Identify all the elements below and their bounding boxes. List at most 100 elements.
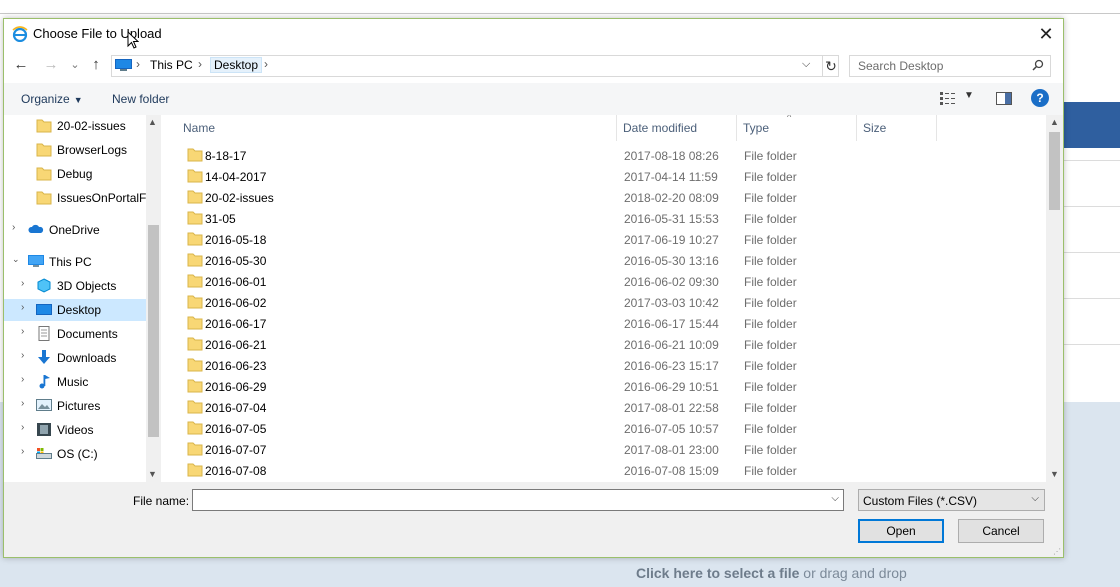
- chevron-right-icon[interactable]: ›: [21, 302, 24, 313]
- page-header-bar: [1062, 102, 1120, 148]
- file-row[interactable]: 2016-06-02 2017-03-03 10:42 File folder: [179, 292, 1049, 313]
- nav-item-label: Music: [57, 375, 89, 389]
- file-type-filter-select[interactable]: Custom Files (*.CSV) ⌵: [858, 489, 1045, 511]
- nav-item-music[interactable]: › Music: [4, 371, 146, 393]
- open-button[interactable]: Open: [858, 519, 944, 543]
- breadcrumb-desktop[interactable]: Desktop: [210, 57, 263, 73]
- file-row[interactable]: 20-02-issues 2018-02-20 08:09 File folder: [179, 187, 1049, 208]
- address-dropdown-icon[interactable]: ⌵: [802, 58, 810, 71]
- file-row[interactable]: 2016-07-04 2017-08-01 22:58 File folder: [179, 397, 1049, 418]
- file-row[interactable]: 2016-06-23 2016-06-23 15:17 File folder: [179, 355, 1049, 376]
- file-date-modified: 2016-06-29 10:51: [624, 380, 719, 394]
- navigation-scrollbar[interactable]: ▲ ▼: [146, 115, 161, 482]
- nav-item-desktop[interactable]: › Desktop: [4, 299, 146, 321]
- page-row-divider: [1062, 298, 1120, 299]
- chevron-right-icon[interactable]: ›: [21, 422, 24, 433]
- scroll-down-icon[interactable]: ▼: [148, 469, 157, 479]
- file-row[interactable]: 2016-07-05 2016-07-05 10:57 File folder: [179, 418, 1049, 439]
- nav-item-issuesonportal[interactable]: IssuesOnPortalFi: [4, 187, 150, 209]
- nav-item-label: OneDrive: [49, 223, 100, 237]
- file-row[interactable]: 14-04-2017 2017-04-14 11:59 File folder: [179, 166, 1049, 187]
- recent-locations-icon[interactable]: ⌄: [66, 56, 84, 74]
- nav-item-this-pc[interactable]: ⌄ This PC: [4, 251, 146, 273]
- chevron-right-icon[interactable]: ›: [21, 278, 24, 289]
- column-header-type[interactable]: Type: [737, 115, 857, 141]
- drop-zone-link[interactable]: Click here to select a file: [636, 565, 799, 581]
- file-row[interactable]: 2016-06-17 2016-06-17 15:44 File folder: [179, 313, 1049, 334]
- file-row[interactable]: 2016-06-01 2016-06-02 09:30 File folder: [179, 271, 1049, 292]
- nav-item-3d-objects[interactable]: › 3D Objects: [4, 275, 146, 297]
- nav-item-browserlogs[interactable]: BrowserLogs: [4, 139, 146, 161]
- scrollbar-thumb[interactable]: [148, 225, 159, 437]
- file-row[interactable]: 2016-07-07 2017-08-01 23:00 File folder: [179, 439, 1049, 460]
- dialog-title: Choose File to Upload: [33, 26, 162, 41]
- folder-icon: [187, 148, 203, 162]
- file-date-modified: 2016-06-21 10:09: [624, 338, 719, 352]
- chevron-right-icon[interactable]: ›: [21, 446, 24, 457]
- file-type: File folder: [744, 338, 797, 352]
- view-caret-down-icon[interactable]: ▼: [964, 90, 974, 101]
- nav-item-downloads[interactable]: › Downloads: [4, 347, 146, 369]
- file-name: 2016-06-29: [205, 380, 267, 394]
- file-name: 2016-06-17: [205, 317, 267, 331]
- scroll-down-icon[interactable]: ▼: [1050, 469, 1059, 479]
- forward-arrow-icon[interactable]: →: [42, 56, 60, 74]
- preview-pane-icon[interactable]: [996, 92, 1012, 105]
- nav-item-label: Downloads: [57, 351, 117, 365]
- view-options-icon[interactable]: [940, 92, 956, 105]
- computer-icon: [115, 59, 132, 71]
- nav-item-label: Videos: [57, 423, 94, 437]
- chevron-right-icon[interactable]: ›: [21, 374, 24, 385]
- nav-item-label: IssuesOnPortalFi: [57, 191, 150, 205]
- file-row[interactable]: 2016-06-29 2016-06-29 10:51 File folder: [179, 376, 1049, 397]
- cancel-button[interactable]: Cancel: [958, 519, 1044, 543]
- file-date-modified: 2016-06-02 09:30: [624, 275, 719, 289]
- resize-grip-icon[interactable]: ⋰: [1053, 547, 1061, 556]
- up-arrow-icon[interactable]: ↑: [87, 56, 105, 74]
- chevron-right-icon[interactable]: ›: [12, 222, 15, 233]
- file-name-dropdown-icon[interactable]: ⌵: [831, 493, 839, 504]
- scroll-up-icon[interactable]: ▲: [148, 117, 157, 127]
- drop-zone-text[interactable]: Click here to select a file or drag and …: [636, 565, 907, 581]
- nav-item-documents[interactable]: › Documents: [4, 323, 146, 345]
- search-input[interactable]: Search Desktop: [849, 55, 1051, 77]
- nav-item-videos[interactable]: › Videos: [4, 419, 146, 441]
- file-row[interactable]: 31-05 2016-05-31 15:53 File folder: [179, 208, 1049, 229]
- filter-dropdown-icon[interactable]: ⌵: [1031, 493, 1039, 504]
- chevron-right-icon[interactable]: ›: [21, 350, 24, 361]
- nav-item-debug[interactable]: Debug: [4, 163, 146, 185]
- column-header-date-modified[interactable]: Date modified: [617, 115, 737, 141]
- file-name-input[interactable]: ⌵: [192, 489, 844, 511]
- file-upload-dialog: Choose File to Upload ✕ ← → ⌄ ↑ › This P…: [3, 18, 1064, 558]
- scroll-up-icon[interactable]: ▲: [1050, 117, 1059, 127]
- organize-button[interactable]: Organize ▼: [21, 92, 83, 106]
- scrollbar-thumb[interactable]: [1049, 132, 1060, 210]
- help-icon[interactable]: ?: [1031, 89, 1049, 107]
- nav-item-onedrive[interactable]: › OneDrive: [4, 219, 146, 241]
- file-row[interactable]: 2016-07-08 2016-07-08 15:09 File folder: [179, 460, 1049, 481]
- address-bar[interactable]: › This PC › Desktop › ⌵ ↻: [111, 55, 839, 77]
- folder-icon: [36, 167, 52, 181]
- column-header-name[interactable]: Name: [177, 115, 617, 141]
- search-icon[interactable]: [1032, 59, 1044, 71]
- folder-icon: [187, 169, 203, 183]
- new-folder-button[interactable]: New folder: [112, 92, 169, 106]
- nav-item-os-c[interactable]: › OS (C:): [4, 443, 146, 465]
- file-name: 2016-06-21: [205, 338, 267, 352]
- column-header-size[interactable]: Size: [857, 115, 937, 141]
- refresh-icon[interactable]: ↻: [822, 56, 839, 76]
- file-row[interactable]: 2016-05-18 2017-06-19 10:27 File folder: [179, 229, 1049, 250]
- nav-item-pictures[interactable]: › Pictures: [4, 395, 146, 417]
- nav-item-20-02-issues[interactable]: 20-02-issues: [4, 115, 146, 137]
- file-type: File folder: [744, 401, 797, 415]
- file-list-scrollbar[interactable]: ▲ ▼: [1046, 115, 1063, 482]
- chevron-right-icon[interactable]: ›: [21, 326, 24, 337]
- file-row[interactable]: 8-18-17 2017-08-18 08:26 File folder: [179, 145, 1049, 166]
- back-arrow-icon[interactable]: ←: [12, 56, 30, 74]
- chevron-right-icon[interactable]: ›: [21, 398, 24, 409]
- file-row[interactable]: 2016-05-30 2016-05-30 13:16 File folder: [179, 250, 1049, 271]
- close-button[interactable]: ✕: [1035, 23, 1057, 45]
- file-row[interactable]: 2016-06-21 2016-06-21 10:09 File folder: [179, 334, 1049, 355]
- chevron-down-icon[interactable]: ⌄: [12, 254, 20, 265]
- breadcrumb-this-pc[interactable]: This PC: [150, 58, 193, 72]
